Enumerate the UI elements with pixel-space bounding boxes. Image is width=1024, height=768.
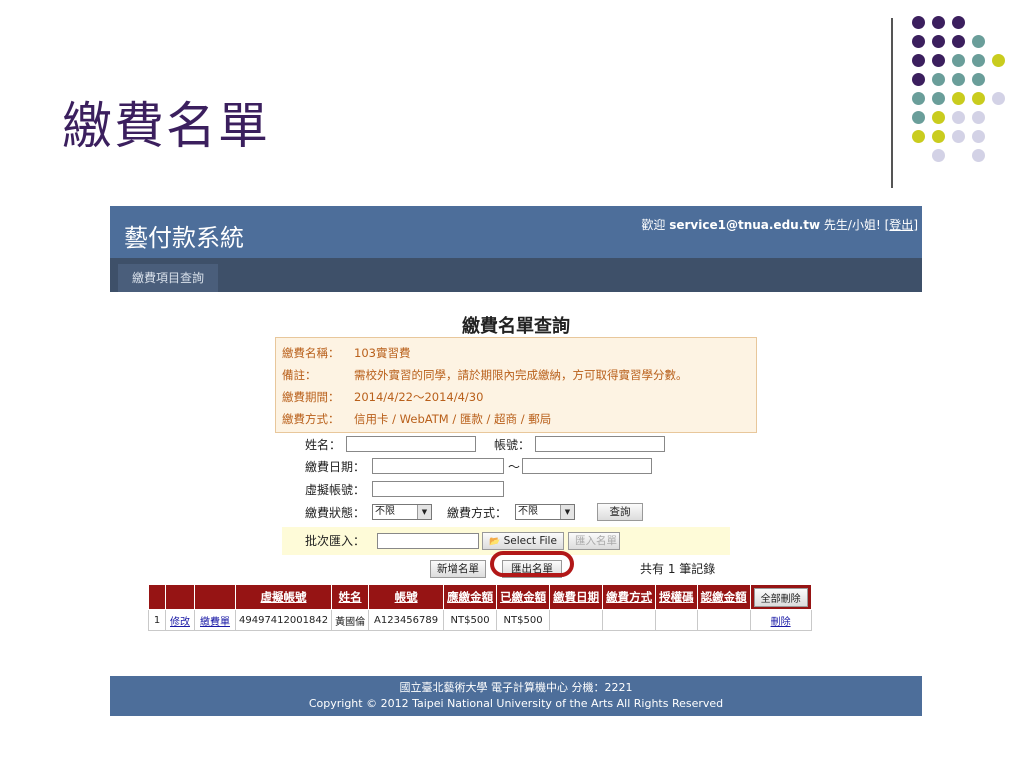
name-label: 姓名： bbox=[305, 438, 342, 452]
col-header-account[interactable]: 帳號 bbox=[368, 584, 445, 610]
divider-line bbox=[891, 18, 893, 188]
decorative-dot bbox=[972, 92, 985, 105]
col-header-payment-method[interactable]: 繳費方式 bbox=[602, 584, 657, 610]
delete-all-button[interactable]: 全部刪除 bbox=[753, 587, 808, 607]
col-header-virtual-account[interactable]: 虛擬帳號 bbox=[234, 584, 333, 610]
dropdown-arrow-icon: ▼ bbox=[417, 505, 431, 519]
col-header-bill bbox=[194, 584, 236, 610]
select-file-label: Select File bbox=[503, 535, 557, 547]
decorative-dot bbox=[912, 16, 925, 29]
record-count: 共有 1 筆記錄 bbox=[640, 562, 716, 576]
decorative-dot bbox=[952, 111, 965, 124]
col-header-edit bbox=[165, 584, 195, 610]
decorative-dot bbox=[992, 92, 1005, 105]
decorative-dot bbox=[912, 130, 925, 143]
batch-import-label: 批次匯入： bbox=[305, 534, 366, 548]
cell-name: 黃國倫 bbox=[331, 609, 370, 631]
decorative-dot bbox=[912, 92, 925, 105]
decorative-dot bbox=[972, 130, 985, 143]
app-screenshot: 藝付款系統 歡迎 service1@tnua.edu.tw 先生/小姐! [登出… bbox=[110, 206, 922, 716]
decorative-dot bbox=[952, 92, 965, 105]
decorative-dot bbox=[912, 111, 925, 124]
footer-copyright: Copyright © 2012 Taipei National Univers… bbox=[308, 697, 724, 710]
cell-virtual-account: 49497412001842 bbox=[234, 609, 333, 631]
method-selected-value: 不限 bbox=[518, 506, 538, 517]
search-form: 姓名： 帳號： 繳費日期： ～ 虛擬帳號： 繳費狀態： 不限 ▼ 繳費方式： 不限… bbox=[110, 206, 922, 606]
col-header-name[interactable]: 姓名 bbox=[331, 584, 370, 610]
batch-file-input[interactable] bbox=[377, 533, 479, 549]
table-row: 1 修改 繳費單 49497412001842 黃國倫 A123456789 N… bbox=[148, 609, 812, 631]
decorative-dot bbox=[932, 35, 945, 48]
payment-status-label: 繳費狀態： bbox=[305, 506, 366, 520]
payment-date-label: 繳費日期： bbox=[305, 460, 366, 474]
bill-link[interactable]: 繳費單 bbox=[194, 609, 236, 631]
app-footer: 國立臺北藝術大學 電子計算機中心 分機：2221 Copyright © 201… bbox=[110, 676, 922, 716]
decorative-dot bbox=[952, 130, 965, 143]
cell-pledge-amount bbox=[696, 609, 751, 631]
decorative-dot bbox=[952, 73, 965, 86]
delete-link[interactable]: 刪除 bbox=[749, 609, 812, 631]
footer-contact: 國立臺北藝術大學 電子計算機中心 分機：2221 bbox=[399, 681, 633, 694]
cell-payment-method bbox=[602, 609, 657, 631]
account-label: 帳號： bbox=[494, 438, 531, 452]
slide-title: 繳費名單 bbox=[62, 97, 270, 155]
decorative-dot bbox=[912, 73, 925, 86]
decorative-dot bbox=[932, 149, 945, 162]
cell-account: A123456789 bbox=[368, 609, 445, 631]
status-selected-value: 不限 bbox=[375, 506, 395, 517]
decorative-dot bbox=[932, 111, 945, 124]
decorative-dot bbox=[932, 73, 945, 86]
add-list-button[interactable]: 新增名單 bbox=[430, 560, 486, 578]
col-header-index bbox=[148, 584, 166, 610]
cell-due-amount: NT$500 bbox=[443, 609, 498, 631]
decorative-dot bbox=[932, 54, 945, 67]
decorative-dot bbox=[972, 149, 985, 162]
edit-link[interactable]: 修改 bbox=[165, 609, 195, 631]
payment-method-select[interactable]: 不限 ▼ bbox=[515, 504, 575, 520]
decorative-dot bbox=[972, 54, 985, 67]
col-header-due-amount[interactable]: 應繳金額 bbox=[443, 584, 498, 610]
highlight-circle bbox=[490, 551, 574, 577]
col-header-paid-amount[interactable]: 已繳金額 bbox=[496, 584, 551, 610]
date-from-input[interactable] bbox=[372, 458, 504, 474]
col-header-payment-date[interactable]: 繳費日期 bbox=[549, 584, 604, 610]
row-index: 1 bbox=[148, 609, 166, 631]
virtual-account-label: 虛擬帳號： bbox=[305, 483, 366, 497]
dropdown-arrow-icon: ▼ bbox=[560, 505, 574, 519]
decorative-dot bbox=[972, 73, 985, 86]
decorative-dot bbox=[912, 54, 925, 67]
decorative-dot bbox=[972, 35, 985, 48]
date-separator: ～ bbox=[508, 460, 521, 474]
decorative-dot bbox=[952, 35, 965, 48]
import-list-button[interactable]: 匯入名單 bbox=[568, 532, 620, 550]
decorative-dot bbox=[972, 111, 985, 124]
decorative-dot bbox=[932, 130, 945, 143]
cell-payment-date bbox=[549, 609, 604, 631]
folder-icon: 📂 bbox=[489, 537, 501, 547]
decorative-dot bbox=[952, 54, 965, 67]
select-file-button[interactable]: 📂 Select File bbox=[482, 532, 564, 550]
col-header-pledge-amount[interactable]: 認繳金額 bbox=[696, 584, 751, 610]
decorative-dot bbox=[992, 54, 1005, 67]
decorative-dot bbox=[912, 35, 925, 48]
date-to-input[interactable] bbox=[522, 458, 652, 474]
decorative-dot bbox=[932, 92, 945, 105]
account-input[interactable] bbox=[535, 436, 665, 452]
payment-status-select[interactable]: 不限 ▼ bbox=[372, 504, 432, 520]
decorative-dot bbox=[952, 16, 965, 29]
payer-list-table: 虛擬帳號 姓名 帳號 應繳金額 已繳金額 繳費日期 繳費方式 授權碼 認繳金額 … bbox=[148, 584, 812, 631]
cell-auth-code bbox=[655, 609, 698, 631]
virtual-account-input[interactable] bbox=[372, 481, 504, 497]
col-header-delete-all: 全部刪除 bbox=[749, 584, 812, 610]
payment-method-label: 繳費方式： bbox=[447, 506, 508, 520]
col-header-auth-code[interactable]: 授權碼 bbox=[655, 584, 698, 610]
table-header-row: 虛擬帳號 姓名 帳號 應繳金額 已繳金額 繳費日期 繳費方式 授權碼 認繳金額 … bbox=[148, 584, 812, 610]
decorative-dot bbox=[932, 16, 945, 29]
search-button[interactable]: 查詢 bbox=[597, 503, 643, 521]
name-input[interactable] bbox=[346, 436, 476, 452]
cell-paid-amount: NT$500 bbox=[496, 609, 551, 631]
